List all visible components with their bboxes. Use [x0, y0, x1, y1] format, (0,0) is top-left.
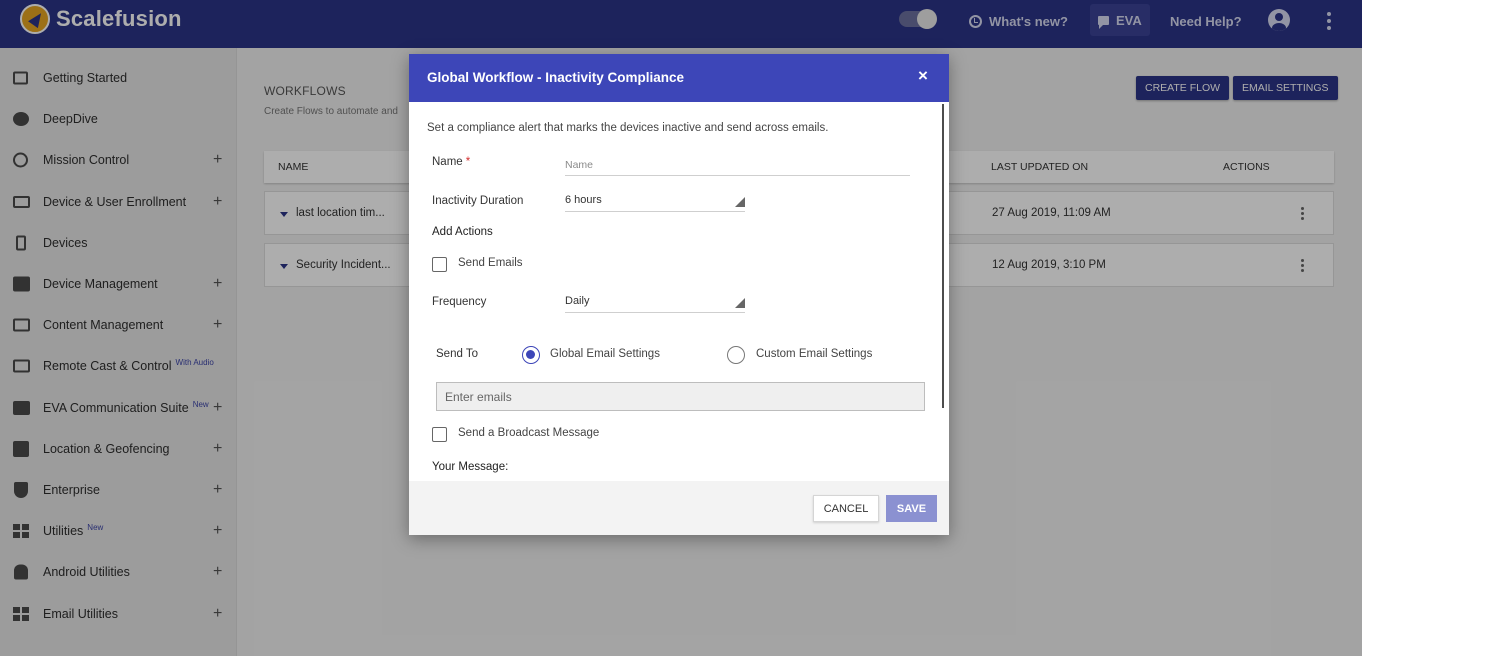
frequency-value: Daily — [565, 295, 590, 307]
send-to-label: Send To — [436, 348, 478, 360]
dialog-header: Global Workflow - Inactivity Compliance … — [409, 54, 949, 102]
inactivity-duration-label: Inactivity Duration — [432, 195, 524, 207]
inactivity-duration-value: 6 hours — [565, 194, 602, 206]
frequency-label: Frequency — [432, 296, 487, 308]
custom-email-label[interactable]: Custom Email Settings — [756, 348, 872, 360]
close-icon[interactable]: × — [918, 66, 928, 86]
your-message-label: Your Message: — [432, 461, 509, 473]
dialog-body: Set a compliance alert that marks the de… — [409, 102, 949, 481]
frequency-select[interactable]: Daily — [565, 291, 745, 313]
save-button[interactable]: SAVE — [886, 495, 937, 522]
send-emails-label[interactable]: Send Emails — [458, 257, 523, 269]
name-input[interactable] — [565, 154, 910, 176]
app-window: Scalefusion What's new? EVA Need Help? G… — [0, 0, 1362, 656]
dialog-description: Set a compliance alert that marks the de… — [427, 122, 829, 134]
required-mark: * — [465, 156, 471, 168]
global-email-label[interactable]: Global Email Settings — [550, 348, 660, 360]
broadcast-label[interactable]: Send a Broadcast Message — [458, 427, 599, 439]
dropdown-arrow-icon — [735, 298, 745, 308]
add-actions-heading: Add Actions — [432, 226, 493, 238]
global-email-radio[interactable] — [522, 346, 540, 364]
send-emails-checkbox[interactable] — [432, 257, 447, 272]
cancel-button[interactable]: CANCEL — [813, 495, 879, 522]
custom-email-radio[interactable] — [727, 346, 745, 364]
dialog-footer: CANCEL SAVE — [409, 481, 949, 535]
emails-input[interactable]: Enter emails — [436, 382, 925, 411]
name-label: Name * — [432, 156, 471, 168]
dialog-title: Global Workflow - Inactivity Compliance — [427, 70, 685, 85]
broadcast-checkbox[interactable] — [432, 427, 447, 442]
inactivity-duration-select[interactable]: 6 hours — [565, 190, 745, 212]
inactivity-compliance-dialog: Global Workflow - Inactivity Compliance … — [409, 54, 949, 535]
dropdown-arrow-icon — [735, 197, 745, 207]
